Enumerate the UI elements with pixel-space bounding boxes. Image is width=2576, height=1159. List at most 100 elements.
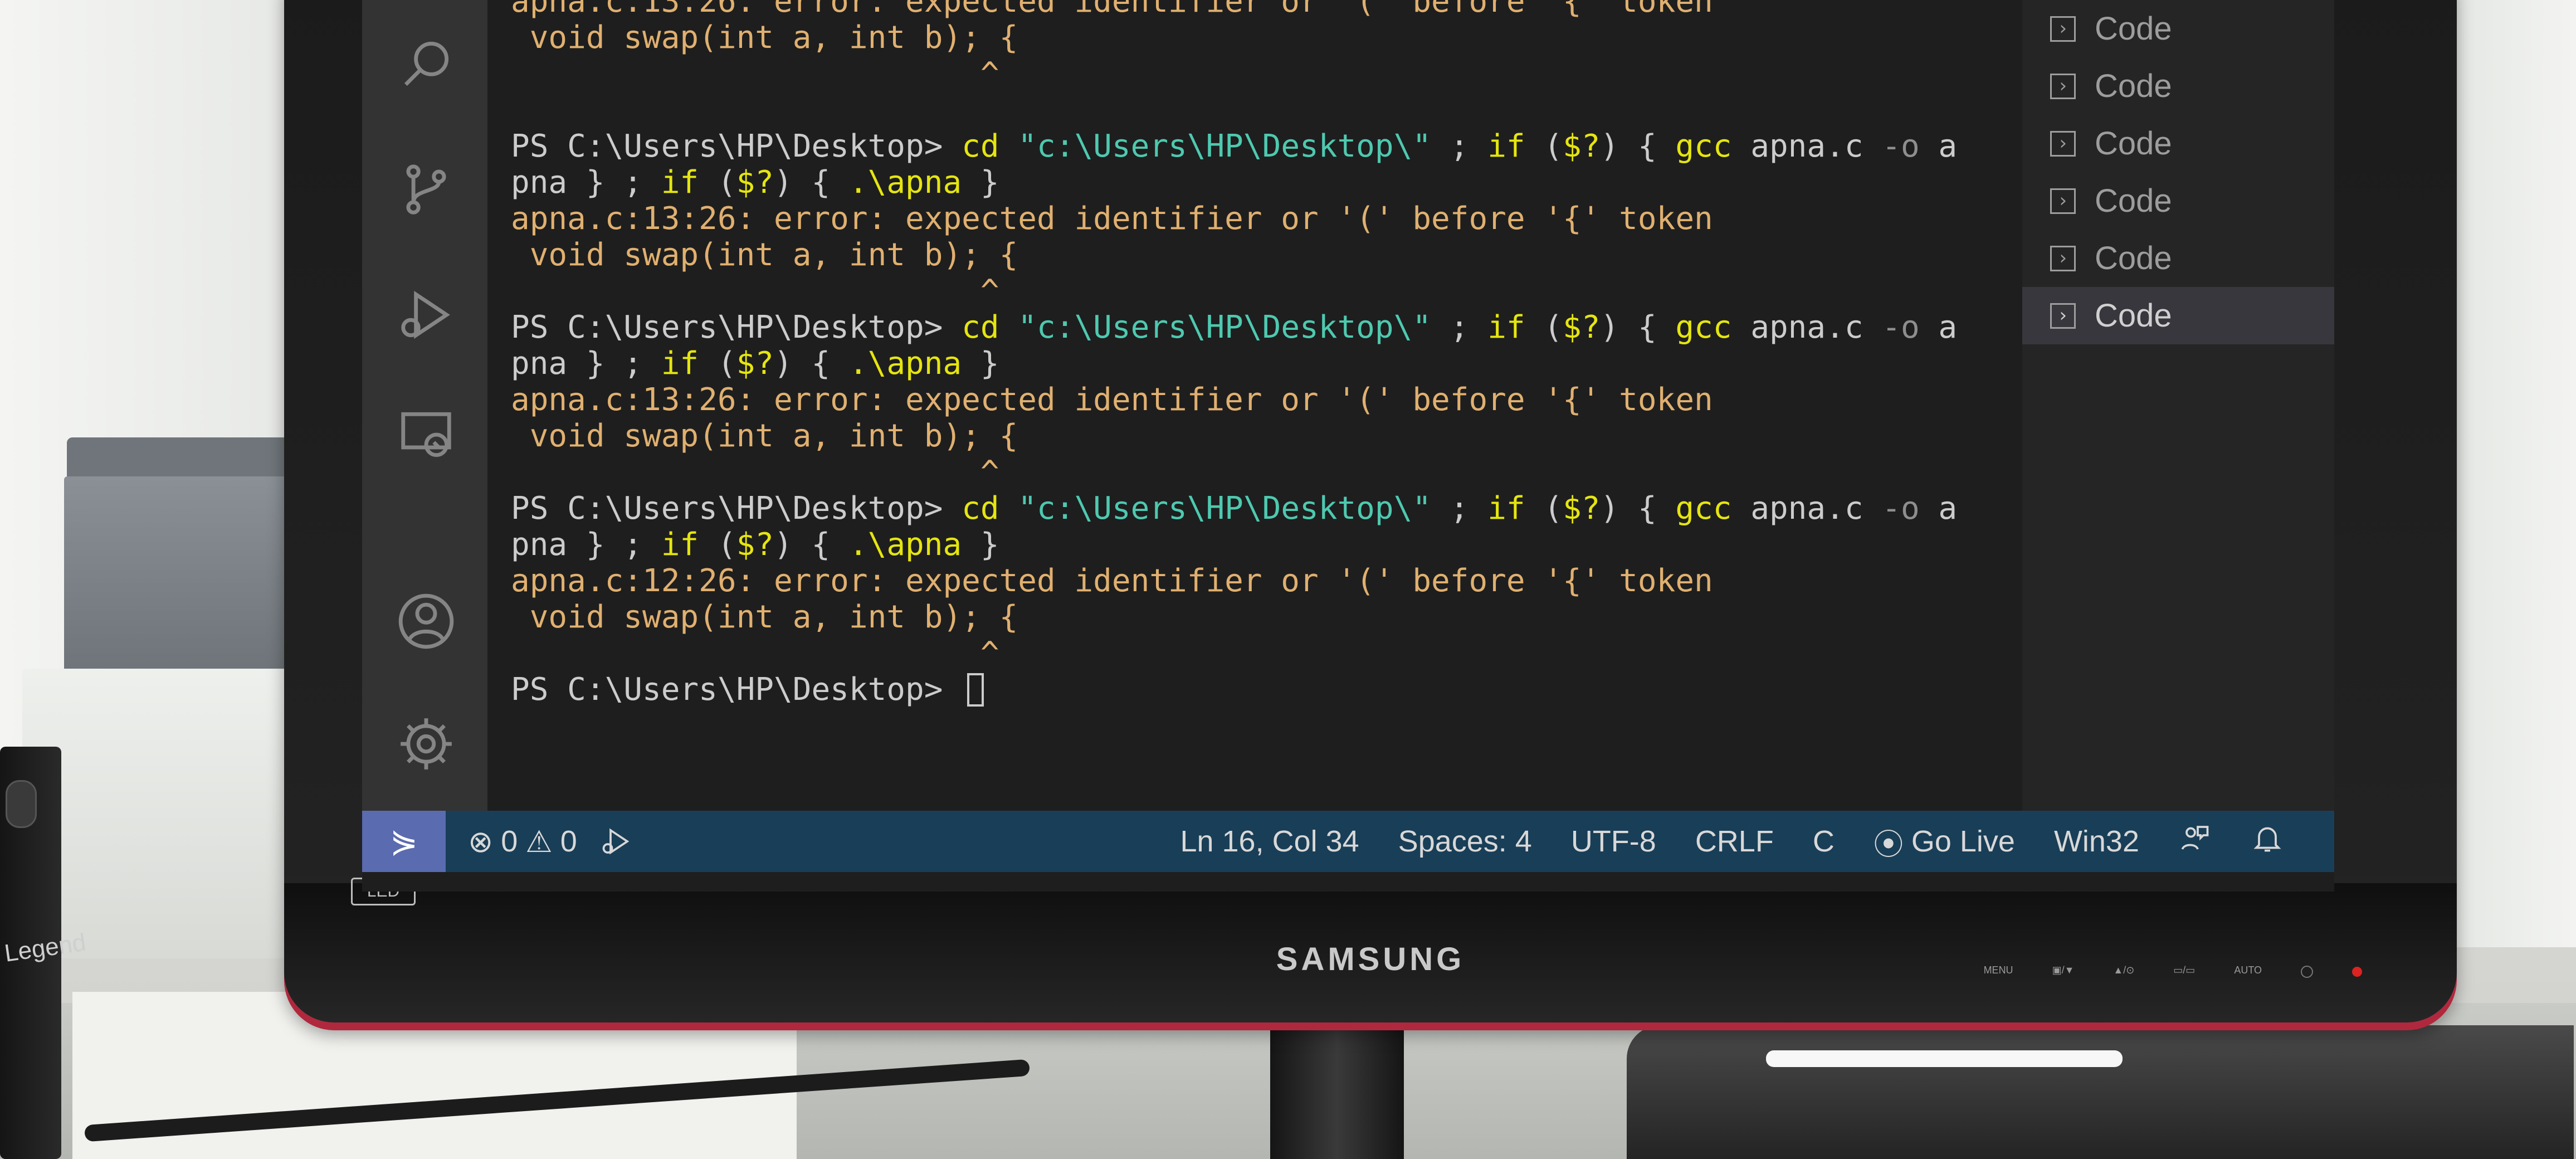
terminal-line: void swap(int a, int b); { — [511, 237, 1957, 273]
command-name: gcc — [1675, 128, 1732, 164]
error-message: apna.c:13:26: error: expected identifier… — [511, 201, 1713, 237]
source-control-icon[interactable] — [396, 159, 457, 220]
terminal-panel[interactable]: apna.c:13:26: error: expected identifier… — [487, 0, 2145, 811]
terminal-text: ( — [699, 164, 736, 201]
language-mode[interactable]: C — [1813, 824, 1835, 859]
terminal-tabs-list: › Code › Code › Code › Code › Code › Cod… — [2022, 0, 2334, 811]
terminal-tab-label: Code — [2095, 183, 2172, 219]
terminal-text: pna } ; — [511, 164, 661, 201]
terminal-text: a — [1919, 490, 1958, 527]
terminal-line: void swap(int a, int b); { — [511, 20, 1957, 56]
encoding[interactable]: UTF-8 — [1571, 824, 1656, 859]
terminal-text: a — [1919, 128, 1958, 164]
terminal-text: ^ — [511, 273, 999, 309]
terminal-tab-active[interactable]: › Code — [2022, 287, 2334, 344]
keyword: if — [661, 527, 699, 563]
terminal-text: } — [962, 527, 999, 563]
go-live-button[interactable]: ⦿ Go Live — [1874, 820, 2015, 864]
terminal-text: pna } ; — [511, 527, 661, 563]
monitor-button-auto[interactable]: AUTO — [2234, 965, 2262, 978]
remote-explorer-icon[interactable] — [396, 404, 457, 465]
terminal-text: pna } ; — [511, 345, 661, 382]
run-debug-icon[interactable] — [396, 284, 457, 345]
terminal-tab-label: Code — [2095, 125, 2172, 162]
variable: $? — [736, 164, 774, 201]
account-icon[interactable] — [396, 591, 457, 652]
terminal-tab[interactable]: › Code — [2022, 230, 2334, 287]
terminal-text: ; — [1431, 309, 1488, 345]
shell-prompt: PS C:\Users\HP\Desktop> — [511, 671, 962, 708]
terminal-line: void swap(int a, int b); { — [511, 599, 1957, 635]
error-icon: ⊗ — [468, 825, 494, 859]
terminal-error-line: apna.c:13:26: error: expected identifier… — [511, 382, 1957, 418]
problems-indicator[interactable]: ⊗ 0 ⚠ 0 — [468, 824, 577, 859]
activity-bar — [362, 0, 487, 811]
terminal-error-line: apna.c:13:26: error: expected identifier… — [511, 0, 1957, 20]
terminal-output: apna.c:13:26: error: expected identifier… — [511, 0, 1957, 708]
terminal-text: ^ — [511, 454, 999, 490]
end-of-line[interactable]: CRLF — [1695, 824, 1774, 859]
string-argument: "c:\Users\HP\Desktop\" — [999, 490, 1432, 527]
terminal-text: ; — [1431, 490, 1488, 527]
gear-icon[interactable] — [396, 713, 457, 775]
terminal-text: ) { — [774, 164, 849, 201]
command-name: .\apna — [848, 345, 962, 382]
cursor-position[interactable]: Ln 16, Col 34 — [1180, 824, 1359, 859]
printer-stand — [22, 669, 312, 958]
monitor-button-brightness[interactable]: ▲/⊙ — [2113, 965, 2134, 978]
variable: $? — [1563, 490, 1601, 527]
warning-count: 0 — [560, 825, 577, 858]
string-argument: "c:\Users\HP\Desktop\" — [999, 309, 1432, 345]
remote-indicator-icon[interactable]: ⋟ — [362, 811, 446, 872]
command-name: .\apna — [848, 164, 962, 201]
terminal-icon: › — [2050, 16, 2076, 42]
terminal-text: ) { — [774, 345, 849, 382]
terminal-text: ) { — [1600, 490, 1676, 527]
keyword: if — [1487, 128, 1525, 164]
error-count: 0 — [501, 825, 518, 858]
monitor-controls: MENU ▣/▼ ▲/⊙ ▭/▭ AUTO — [1984, 965, 2362, 978]
keyword: if — [661, 164, 699, 201]
terminal-tab[interactable]: › Code — [2022, 57, 2334, 115]
status-bar-right: Ln 16, Col 34 Spaces: 4 UTF-8 CRLF C ⦿ G… — [1180, 820, 2334, 864]
terminal-text: } — [962, 164, 999, 201]
flag: -o — [1882, 128, 1920, 164]
monitor-button-pip[interactable]: ▭/▭ — [2173, 965, 2195, 978]
chair-detail — [1766, 1050, 2123, 1067]
terminal-tab[interactable]: › Code — [2022, 115, 2334, 172]
terminal-icon: › — [2050, 245, 2076, 271]
power-button[interactable] — [2301, 966, 2313, 978]
terminal-text: void swap(int a, int b); { — [511, 237, 1018, 273]
shell-prompt: PS C:\Users\HP\Desktop> — [511, 128, 962, 164]
debug-launch-icon[interactable] — [599, 825, 633, 858]
terminal-text: ( — [1525, 128, 1563, 164]
terminal-text: ( — [1525, 309, 1563, 345]
command-name: cd — [962, 490, 999, 527]
monitor-button-source[interactable]: ▣/▼ — [2052, 965, 2075, 978]
indentation[interactable]: Spaces: 4 — [1398, 824, 1532, 859]
keyword: if — [1487, 490, 1525, 527]
terminal-text: ; — [1431, 128, 1488, 164]
terminal-active-prompt: PS C:\Users\HP\Desktop> — [511, 671, 1957, 708]
terminal-tab-label: Code — [2095, 240, 2172, 276]
command-name: cd — [962, 309, 999, 345]
feedback-icon[interactable] — [2178, 821, 2212, 862]
terminal-line: ^ — [511, 635, 1957, 671]
terminal-tab[interactable]: › Code — [2022, 172, 2334, 230]
monitor-button-menu[interactable]: MENU — [1984, 965, 2013, 978]
search-icon[interactable] — [396, 33, 457, 95]
terminal-text: ) { — [1600, 128, 1676, 164]
terminal-tab[interactable]: › Code — [2022, 0, 2334, 57]
bell-icon[interactable] — [2251, 821, 2284, 862]
power-led — [2352, 967, 2362, 977]
platform[interactable]: Win32 — [2054, 824, 2139, 859]
variable: $? — [736, 345, 774, 382]
terminal-text: ^ — [511, 635, 999, 671]
terminal-icon: › — [2050, 130, 2076, 157]
terminal-text: ( — [699, 345, 736, 382]
flag: -o — [1882, 309, 1920, 345]
terminal-text: ( — [699, 527, 736, 563]
variable: $? — [1563, 309, 1601, 345]
terminal-text: ) { — [774, 527, 849, 563]
